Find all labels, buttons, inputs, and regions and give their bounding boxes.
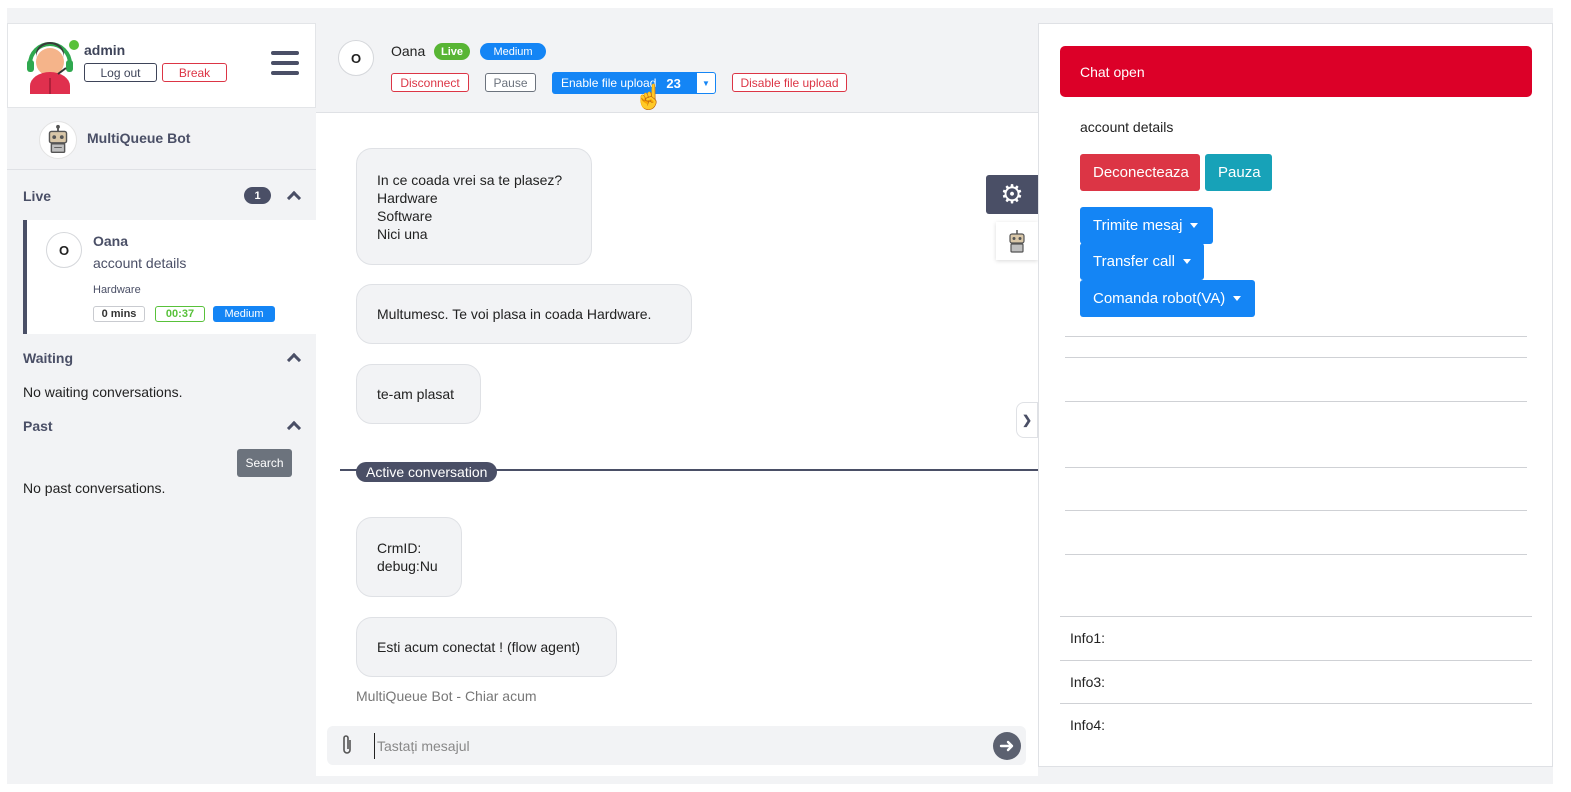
conversation-avatar: O [46, 232, 82, 268]
chat-message: CrmID: debug:Nu [356, 517, 462, 597]
chat-subject: account details [1080, 119, 1174, 135]
chat-message: te-am plasat [356, 364, 481, 424]
username: admin [84, 42, 126, 58]
bot-name: MultiQueue Bot [87, 130, 191, 146]
live-status-badge: Live [434, 43, 470, 60]
chevron-up-icon[interactable] [286, 420, 302, 436]
message-composer [327, 726, 1026, 765]
info-label: Info4: [1070, 717, 1106, 733]
divider [1065, 510, 1527, 511]
agent-avatar-icon [27, 42, 73, 94]
chevron-up-icon[interactable] [286, 190, 302, 206]
pause-button[interactable]: Pause [485, 73, 536, 92]
divider [1060, 660, 1532, 661]
visitor-avatar: O [338, 40, 374, 76]
caret-down-icon [1190, 223, 1199, 228]
transfer-call-dropdown[interactable]: Transfer call [1080, 243, 1204, 280]
send-arrow-icon[interactable] [993, 732, 1021, 760]
divider [1065, 336, 1527, 337]
conversation-name: Oana [93, 233, 129, 249]
enable-file-upload-button[interactable]: Enable file upload 23 [552, 72, 696, 94]
robot-command-dropdown[interactable]: Comanda robot(VA) [1080, 280, 1255, 317]
divider [1065, 357, 1527, 358]
online-status-dot [69, 40, 79, 50]
message-input[interactable] [374, 733, 974, 759]
active-conversation-label: Active conversation [356, 462, 498, 482]
conversation-subject: account details [93, 255, 187, 271]
enable-file-upload-count: 23 [666, 75, 681, 91]
break-button[interactable]: Break [162, 63, 227, 82]
hamburger-icon[interactable] [271, 51, 299, 77]
logout-button[interactable]: Log out [84, 63, 157, 82]
disconnect-button[interactable]: Disconnect [391, 73, 469, 92]
user-card: admin Log out Break [7, 23, 316, 108]
timer-badge: 00:37 [155, 306, 205, 322]
caret-down-icon [1182, 259, 1191, 264]
priority-badge: Medium [480, 43, 546, 60]
message-meta: MultiQueue Bot - Chiar acum [356, 688, 537, 704]
search-button[interactable]: Search [237, 449, 292, 477]
transfer-call-label: Transfer call [1093, 253, 1175, 270]
divider [1060, 616, 1532, 617]
robot-command-label: Comanda robot(VA) [1093, 290, 1226, 307]
divider [1065, 467, 1527, 468]
caret-down-icon [1233, 296, 1242, 301]
info-label: Info1: [1070, 630, 1106, 646]
divider [1065, 554, 1527, 555]
live-conversation-item[interactable]: O Oana account details Hardware 0 mins 0… [23, 220, 316, 334]
details-panel: Chat open account details Deconecteaza P… [1038, 23, 1553, 767]
priority-badge: Medium [213, 306, 275, 322]
wait-time-badge: 0 mins [93, 306, 145, 322]
disable-file-upload-button[interactable]: Disable file upload [732, 73, 847, 92]
deconnect-button[interactable]: Deconecteaza [1080, 154, 1200, 191]
chat-status-banner: Chat open [1060, 46, 1532, 97]
chevron-up-icon[interactable] [286, 352, 302, 368]
divider [1060, 703, 1532, 704]
divider [1065, 401, 1527, 402]
info-label: Info3: [1070, 674, 1106, 690]
waiting-empty-text: No waiting conversations. [23, 384, 183, 400]
robot-icon [39, 121, 77, 159]
chat-message: Multumesc. Te voi plasa in coada Hardwar… [356, 284, 692, 344]
chevron-down-icon[interactable]: ▼ [696, 72, 716, 94]
chevron-right-icon[interactable]: ❯ [1016, 402, 1038, 438]
chat-area: O Oana Live Medium Disconnect Pause Enab… [316, 23, 1038, 776]
sidebar: admin Log out Break MultiQueue Bot Live … [7, 8, 316, 776]
bot-row[interactable]: MultiQueue Bot [7, 118, 316, 170]
chat-message: Esti acum conectat ! (flow agent) [356, 617, 617, 677]
live-section-title[interactable]: Live [23, 188, 51, 204]
send-message-dropdown[interactable]: Trimite mesaj [1080, 207, 1213, 244]
past-empty-text: No past conversations. [23, 480, 166, 496]
hand-cursor-icon: ☝ [634, 84, 664, 111]
visitor-name: Oana [391, 43, 426, 59]
live-count-badge: 1 [244, 187, 271, 204]
pauza-button[interactable]: Pauza [1205, 154, 1272, 191]
waiting-section-title[interactable]: Waiting [23, 350, 73, 366]
paperclip-icon[interactable] [340, 734, 354, 756]
chat-header: O Oana Live Medium Disconnect Pause Enab… [316, 23, 1038, 113]
app-window: admin Log out Break MultiQueue Bot Live … [7, 8, 1553, 784]
robot-icon[interactable] [996, 222, 1038, 260]
chat-message: In ce coada vrei sa te plasez? Hardware … [356, 148, 592, 265]
past-section-title[interactable]: Past [23, 418, 53, 434]
gear-icon[interactable]: ⚙ [986, 175, 1038, 214]
conversation-queue: Hardware [93, 284, 141, 296]
send-message-label: Trimite mesaj [1093, 217, 1183, 234]
